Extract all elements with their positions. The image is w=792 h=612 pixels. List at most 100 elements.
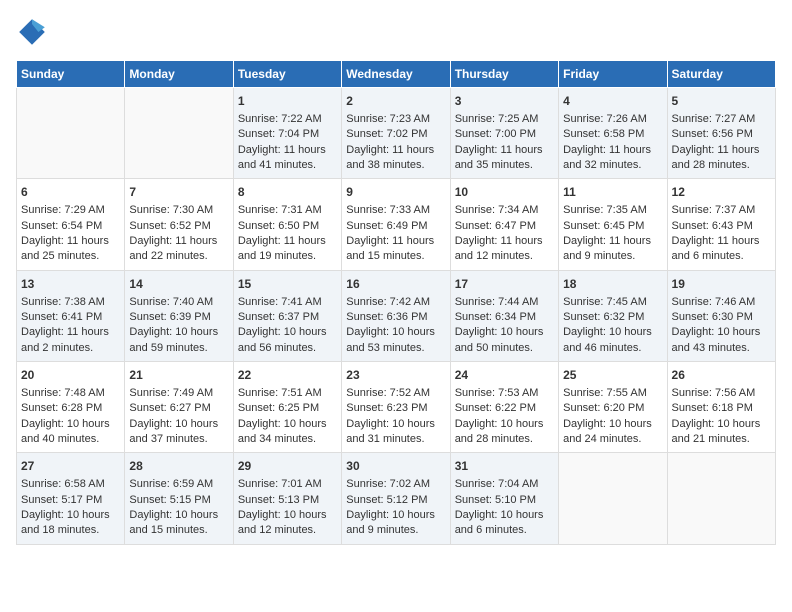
logo-icon <box>16 16 48 48</box>
sunrise-text: Sunrise: 7:33 AM <box>346 204 430 216</box>
daylight-text: Daylight: 11 hours and 41 minutes. <box>238 144 326 171</box>
sunrise-text: Sunrise: 7:04 AM <box>455 478 539 490</box>
day-header-monday: Monday <box>125 61 233 88</box>
week-row-4: 20Sunrise: 7:48 AMSunset: 6:28 PMDayligh… <box>17 362 776 453</box>
sunrise-text: Sunrise: 7:53 AM <box>455 387 539 399</box>
daylight-text: Daylight: 10 hours and 9 minutes. <box>346 509 435 536</box>
day-number: 30 <box>346 458 445 475</box>
sunrise-text: Sunrise: 7:23 AM <box>346 113 430 125</box>
calendar-cell: 27Sunrise: 6:58 AMSunset: 5:17 PMDayligh… <box>17 453 125 544</box>
calendar-cell: 21Sunrise: 7:49 AMSunset: 6:27 PMDayligh… <box>125 362 233 453</box>
daylight-text: Daylight: 11 hours and 19 minutes. <box>238 235 326 262</box>
daylight-text: Daylight: 10 hours and 56 minutes. <box>238 326 327 353</box>
sunset-text: Sunset: 6:30 PM <box>672 311 753 323</box>
day-number: 19 <box>672 276 771 293</box>
calendar-cell: 25Sunrise: 7:55 AMSunset: 6:20 PMDayligh… <box>559 362 667 453</box>
sunrise-text: Sunrise: 6:59 AM <box>129 478 213 490</box>
calendar-cell: 31Sunrise: 7:04 AMSunset: 5:10 PMDayligh… <box>450 453 558 544</box>
sunrise-text: Sunrise: 7:25 AM <box>455 113 539 125</box>
sunset-text: Sunset: 6:50 PM <box>238 220 319 232</box>
calendar-cell: 30 Sunrise: 7:02 AM Sunset: 5:12 PM Dayligh… <box>342 453 450 544</box>
sunset-text: Sunset: 6:22 PM <box>455 402 536 414</box>
daylight-text: Daylight: 10 hours and 43 minutes. <box>672 326 761 353</box>
day-number: 3 <box>455 93 554 110</box>
calendar-cell: 9Sunrise: 7:33 AMSunset: 6:49 PMDaylight… <box>342 179 450 270</box>
day-header-sunday: Sunday <box>17 61 125 88</box>
page-header <box>16 16 776 48</box>
calendar-cell: 2Sunrise: 7:23 AMSunset: 7:02 PMDaylight… <box>342 88 450 179</box>
sunset-text: Sunset: 5:12 PM <box>346 494 427 506</box>
calendar-cell: 23Sunrise: 7:52 AMSunset: 6:23 PMDayligh… <box>342 362 450 453</box>
sunrise-text: Sunrise: 7:29 AM <box>21 204 105 216</box>
daylight-text: Daylight: 10 hours and 31 minutes. <box>346 418 435 445</box>
day-number: 1 <box>238 93 337 110</box>
sunset-text: Sunset: 6:32 PM <box>563 311 644 323</box>
calendar-cell: 26Sunrise: 7:56 AMSunset: 6:18 PMDayligh… <box>667 362 775 453</box>
day-number: 9 <box>346 184 445 201</box>
sunrise-text: Sunrise: 7:31 AM <box>238 204 322 216</box>
calendar-cell: 4Sunrise: 7:26 AMSunset: 6:58 PMDaylight… <box>559 88 667 179</box>
day-number: 18 <box>563 276 662 293</box>
sunset-text: Sunset: 6:18 PM <box>672 402 753 414</box>
day-number: 17 <box>455 276 554 293</box>
sunrise-text: Sunrise: 7:38 AM <box>21 296 105 308</box>
day-header-wednesday: Wednesday <box>342 61 450 88</box>
sunrise-text: Sunrise: 7:44 AM <box>455 296 539 308</box>
sunset-text: Sunset: 6:37 PM <box>238 311 319 323</box>
sunset-text: Sunset: 6:49 PM <box>346 220 427 232</box>
sunrise-text: Sunrise: 7:45 AM <box>563 296 647 308</box>
sunset-text: Sunset: 6:47 PM <box>455 220 536 232</box>
week-row-2: 6Sunrise: 7:29 AMSunset: 6:54 PMDaylight… <box>17 179 776 270</box>
day-number: 28 <box>129 458 228 475</box>
calendar-cell: 6Sunrise: 7:29 AMSunset: 6:54 PMDaylight… <box>17 179 125 270</box>
sunrise-text: Sunrise: 7:46 AM <box>672 296 756 308</box>
sunset-text: Sunset: 6:41 PM <box>21 311 102 323</box>
sunrise-text: Sunrise: 7:27 AM <box>672 113 756 125</box>
day-number: 21 <box>129 367 228 384</box>
calendar-table: SundayMondayTuesdayWednesdayThursdayFrid… <box>16 60 776 545</box>
sunrise-text: Sunrise: 7:02 AM <box>346 478 430 490</box>
week-row-5: 27Sunrise: 6:58 AMSunset: 5:17 PMDayligh… <box>17 453 776 544</box>
week-row-3: 13Sunrise: 7:38 AMSunset: 6:41 PMDayligh… <box>17 270 776 361</box>
calendar-cell: 28Sunrise: 6:59 AMSunset: 5:15 PMDayligh… <box>125 453 233 544</box>
sunset-text: Sunset: 6:43 PM <box>672 220 753 232</box>
calendar-cell: 8 Sunrise: 7:31 AM Sunset: 6:50 PM Daylight… <box>233 179 341 270</box>
daylight-text: Daylight: 10 hours and 21 minutes. <box>672 418 761 445</box>
week-row-1: 1Sunrise: 7:22 AMSunset: 7:04 PMDaylight… <box>17 88 776 179</box>
daylight-text: Daylight: 11 hours and 22 minutes. <box>129 235 217 262</box>
day-header-thursday: Thursday <box>450 61 558 88</box>
day-number: 31 <box>455 458 554 475</box>
calendar-cell <box>559 453 667 544</box>
day-number: 20 <box>21 367 120 384</box>
calendar-cell <box>667 453 775 544</box>
sunrise-text: Sunrise: 7:51 AM <box>238 387 322 399</box>
sunset-text: Sunset: 7:04 PM <box>238 128 319 140</box>
daylight-text: Daylight: 10 hours and 37 minutes. <box>129 418 218 445</box>
daylight-text: Daylight: 11 hours and 25 minutes. <box>21 235 109 262</box>
daylight-text: Daylight: 10 hours and 28 minutes. <box>455 418 544 445</box>
sunset-text: Sunset: 5:13 PM <box>238 494 319 506</box>
calendar-cell: 5Sunrise: 7:27 AMSunset: 6:56 PMDaylight… <box>667 88 775 179</box>
sunrise-text: Sunrise: 7:01 AM <box>238 478 322 490</box>
daylight-text: Daylight: 11 hours and 28 minutes. <box>672 144 760 171</box>
day-header-friday: Friday <box>559 61 667 88</box>
day-number: 15 <box>238 276 337 293</box>
sunset-text: Sunset: 6:54 PM <box>21 220 102 232</box>
day-header-saturday: Saturday <box>667 61 775 88</box>
calendar-header: SundayMondayTuesdayWednesdayThursdayFrid… <box>17 61 776 88</box>
daylight-text: Daylight: 11 hours and 38 minutes. <box>346 144 434 171</box>
daylight-text: Daylight: 10 hours and 6 minutes. <box>455 509 544 536</box>
calendar-cell: 17Sunrise: 7:44 AMSunset: 6:34 PMDayligh… <box>450 270 558 361</box>
daylight-text: Daylight: 11 hours and 35 minutes. <box>455 144 543 171</box>
sunset-text: Sunset: 6:20 PM <box>563 402 644 414</box>
sunrise-text: Sunrise: 7:41 AM <box>238 296 322 308</box>
daylight-text: Daylight: 10 hours and 59 minutes. <box>129 326 218 353</box>
day-number: 4 <box>563 93 662 110</box>
day-number: 8 <box>238 184 337 201</box>
daylight-text: Daylight: 10 hours and 15 minutes. <box>129 509 218 536</box>
sunset-text: Sunset: 6:25 PM <box>238 402 319 414</box>
sunrise-text: Sunrise: 7:52 AM <box>346 387 430 399</box>
sunset-text: Sunset: 6:23 PM <box>346 402 427 414</box>
sunrise-text: Sunrise: 6:58 AM <box>21 478 105 490</box>
day-number: 29 <box>238 458 337 475</box>
